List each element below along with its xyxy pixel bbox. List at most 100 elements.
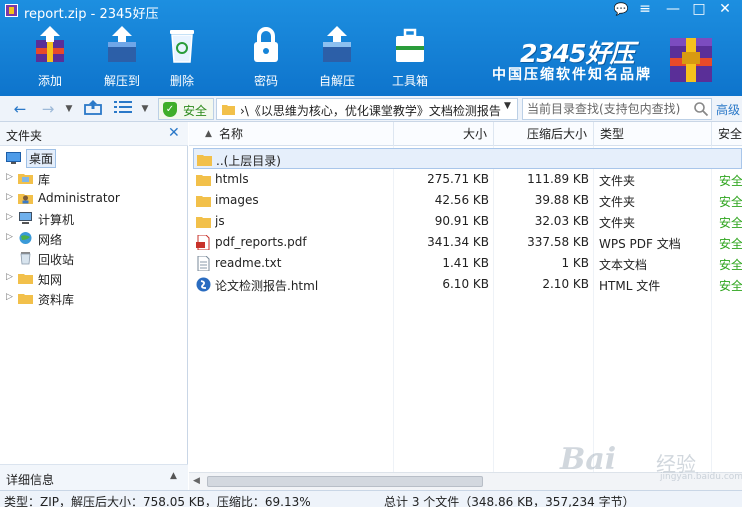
address-dropdown-icon[interactable]: ▼ <box>504 101 511 111</box>
column-header-name[interactable]: ▲ 名称 <box>189 122 394 146</box>
tree-item-recycle-bin[interactable]: 回收站 <box>0 248 186 268</box>
up-folder-button[interactable] <box>82 99 104 119</box>
feedback-icon[interactable]: 💬 <box>608 0 634 20</box>
extract-to-button[interactable]: 解压到 <box>90 24 154 90</box>
cell-name: htmls <box>215 172 249 186</box>
history-dropdown-icon[interactable]: ▼ <box>62 99 76 119</box>
tree-item-library[interactable]: ▷ 库 <box>0 168 186 188</box>
table-row-parent-directory[interactable]: ..(上层目录) <box>193 148 742 169</box>
cell-compressed-size: 111.89 KB <box>527 172 589 186</box>
table-row[interactable]: images 42.56 KB 39.88 KB 文件夹 安全 <box>193 190 742 211</box>
tree-item-cnki[interactable]: ▷ 知网 <box>0 268 186 288</box>
column-header-label: 名称 <box>219 127 244 141</box>
cell-compressed-size: 32.03 KB <box>534 214 589 228</box>
minimize-button[interactable]: — <box>660 0 686 20</box>
expand-details-icon[interactable]: ▲ <box>170 471 177 481</box>
selection-summary: 总计 3 个文件（348.86 KB，357,234 字节） <box>384 495 635 507</box>
cell-type: 文件夹 <box>599 195 636 209</box>
tree-item-resource-library[interactable]: ▷ 资料库 <box>0 288 186 308</box>
up-folder-icon <box>84 100 102 115</box>
expand-arrow-icon[interactable]: ▷ <box>6 272 13 282</box>
expand-arrow-icon[interactable]: ▷ <box>6 212 13 222</box>
scroll-left-icon[interactable]: ◀ <box>193 476 200 486</box>
folder-icon <box>196 217 211 228</box>
html-file-icon <box>196 277 211 292</box>
recycle-bin-icon <box>170 30 194 63</box>
folder-tree-panel: 文件夹 ✕ 桌面 ▷ 库 ▷ Administrator ▷ 计算机 ▷ 网络 … <box>0 122 188 490</box>
table-row[interactable]: js 90.91 KB 32.03 KB 文件夹 安全 <box>193 211 742 232</box>
expand-arrow-icon[interactable]: ▷ <box>6 232 13 242</box>
shield-icon: ✓ <box>163 102 177 117</box>
forward-button[interactable]: → <box>38 99 58 119</box>
table-row[interactable]: 论文检测报告.html 6.10 KB 2.10 KB HTML 文件 安全 <box>193 274 742 295</box>
cell-compressed-size: 2.10 KB <box>542 277 589 291</box>
safe-label: 安全 <box>183 104 208 118</box>
cell-size: 341.34 KB <box>427 235 489 249</box>
cell-name: ..(上层目录) <box>216 154 281 168</box>
add-button[interactable]: 添加 <box>18 24 82 90</box>
add-label: 添加 <box>37 74 62 88</box>
status-bar: 类型：ZIP，解压后大小：758.05 KB，压缩比：69.13% 总计 3 个… <box>0 490 742 507</box>
maximize-button[interactable]: □ <box>686 0 712 20</box>
tree-item-desktop[interactable]: 桌面 <box>0 148 186 168</box>
tree-item-label: 计算机 <box>38 213 75 227</box>
app-icon <box>5 4 18 17</box>
expand-arrow-icon[interactable]: ▷ <box>6 292 13 302</box>
password-button[interactable]: 密码 <box>234 24 298 90</box>
tree-item-label: 库 <box>38 173 51 187</box>
cell-name: images <box>215 193 259 207</box>
toolbox-icon <box>396 28 424 62</box>
cell-size: 1.41 KB <box>442 256 489 270</box>
close-button[interactable]: ✕ <box>712 0 738 20</box>
search-input[interactable] <box>527 100 687 118</box>
folder-icon <box>196 196 211 207</box>
tree-item-label: 网络 <box>38 233 63 247</box>
folder-icon <box>196 175 211 186</box>
expand-arrow-icon[interactable]: ▷ <box>6 192 13 202</box>
tree-item-network[interactable]: ▷ 网络 <box>0 228 186 248</box>
watermark-url: jingyan.baidu.com <box>660 472 742 482</box>
details-panel-header[interactable]: 详细信息 ▲ <box>0 464 188 490</box>
title-bar: report.zip - 2345好压 💬 ≡ — □ ✕ <box>0 0 742 22</box>
cell-name: pdf_reports.pdf <box>215 235 307 249</box>
sort-ascending-icon: ▲ <box>205 129 212 139</box>
advanced-search-link[interactable]: 高级 <box>716 101 740 118</box>
address-bar[interactable]: ›\《以思维为核心，优化课堂教学》文档检测报告 ▼ <box>216 98 518 120</box>
table-row[interactable]: htmls 275.71 KB 111.89 KB 文件夹 安全 <box>193 169 742 190</box>
network-icon <box>19 232 32 244</box>
tree-item-computer[interactable]: ▷ 计算机 <box>0 208 186 228</box>
view-dropdown-icon[interactable]: ▼ <box>138 99 152 119</box>
brand-area: 2345好压 中国压缩软件知名品牌 <box>490 32 740 92</box>
cell-size: 42.56 KB <box>434 193 489 207</box>
tree-item-administrator[interactable]: ▷ Administrator <box>0 188 186 208</box>
address-path: ›\《以思维为核心，优化课堂教学》文档检测报告 <box>240 104 501 118</box>
view-mode-button[interactable] <box>112 99 134 119</box>
close-panel-icon[interactable]: ✕ <box>168 125 180 141</box>
menu-icon[interactable]: ≡ <box>632 0 658 20</box>
cell-name: js <box>215 214 225 228</box>
table-row[interactable]: readme.txt 1.41 KB 1 KB 文本文档 安全 <box>193 253 742 274</box>
column-header-safety[interactable]: 安全 <box>712 122 742 146</box>
column-header-compressed-size[interactable]: 压缩后大小 <box>494 122 594 146</box>
expand-arrow-icon[interactable]: ▷ <box>6 172 13 182</box>
column-header-size[interactable]: 大小 <box>394 122 494 146</box>
self-extract-button[interactable]: 自解压 <box>305 24 369 90</box>
navigation-bar: ← → ▼ ▼ ✓ 安全 ›\《以思维为核心，优化课堂教学》文档检测报告 ▼ 高… <box>0 96 742 122</box>
search-icon[interactable] <box>693 101 709 117</box>
folder-up-icon <box>197 155 212 166</box>
scrollbar-thumb[interactable] <box>207 476 483 487</box>
table-row[interactable]: pdf_reports.pdf 341.34 KB 337.58 KB WPS … <box>193 232 742 253</box>
computer-icon <box>19 212 32 224</box>
folder-panel-header: 文件夹 ✕ <box>0 122 188 146</box>
cell-size: 275.71 KB <box>427 172 489 186</box>
self-extract-label: 自解压 <box>318 74 355 88</box>
folder-icon <box>18 274 33 284</box>
back-button[interactable]: ← <box>10 99 30 119</box>
tree-item-label: Administrator <box>38 191 120 205</box>
cell-size: 90.91 KB <box>434 214 489 228</box>
baidu-watermark: Bai 经验 jingyan.baidu.com <box>560 438 742 486</box>
safe-button[interactable]: ✓ 安全 <box>158 98 214 120</box>
toolbox-button[interactable]: 工具箱 <box>378 24 442 90</box>
column-header-type[interactable]: 类型 <box>594 122 712 146</box>
delete-button[interactable]: 删除 <box>150 24 214 90</box>
